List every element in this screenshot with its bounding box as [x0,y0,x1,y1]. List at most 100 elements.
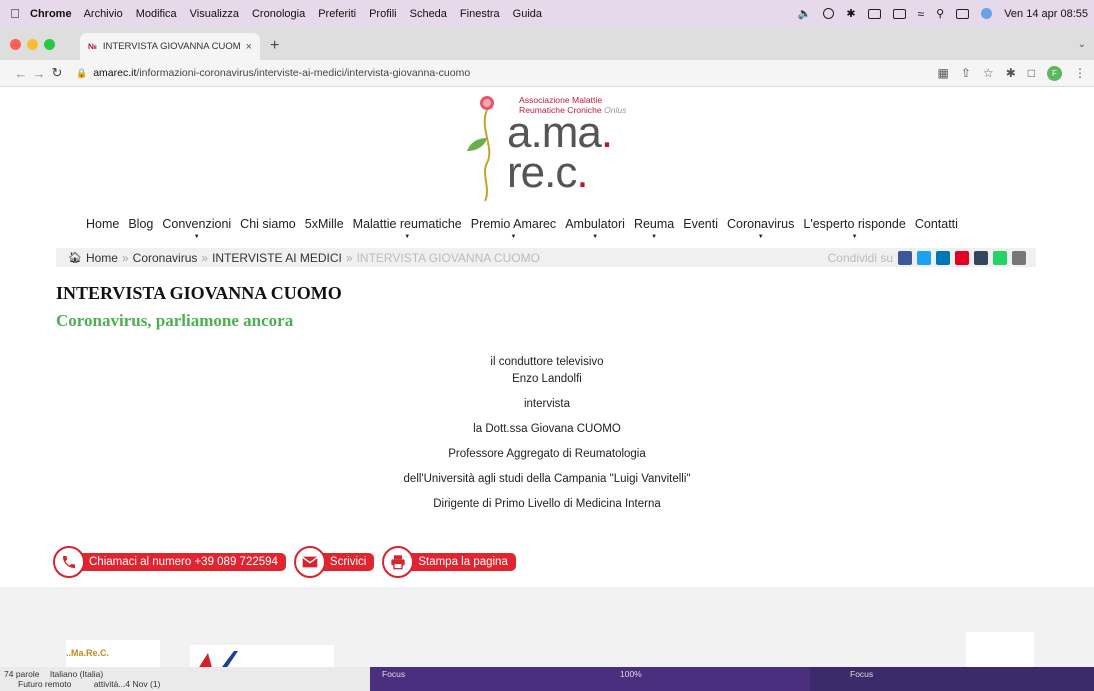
nav-item-malattie-reumatiche[interactable]: Malattie reumatiche ▼ [352,217,462,240]
main-navigation: Home Blog Convenzioni ▼ Chi siamo 5xMille… [86,217,967,240]
partner-logo-3[interactable] [966,632,1034,667]
dropdown-caret-icon: ▼ [651,234,658,240]
logo-wordmark-line2: re.c. [507,148,589,197]
new-tab-icon[interactable]: + [270,37,279,55]
menubar-item-preferiti[interactable]: Preferiti [318,8,356,20]
tumblr-share-icon[interactable] [974,250,988,265]
browser-tab-bar: № INTERVISTA GIOVANNA CUOM × + ⌄ [0,27,1094,60]
close-window-icon[interactable] [10,39,21,50]
partner-logo-2[interactable] [190,645,334,667]
breadcrumb-interviste[interactable]: INTERVISTE AI MEDICI [212,251,342,265]
toolbar-actions: ▦ ⇧ ☆ ✱ □ F ⋮ [938,65,1094,81]
whatsapp-share-icon[interactable] [993,250,1007,265]
partner-logo-amarec[interactable]: ..Ma.Re.C. [66,640,160,667]
spotlight-search-icon[interactable]: ⚲ [936,7,944,20]
nav-item-coronavirus[interactable]: Coronavirus ▼ [726,217,795,240]
menubar-item-archivio[interactable]: Archivio [84,8,123,20]
battery-icon[interactable] [892,8,906,19]
breadcrumb-separator: » [121,250,129,265]
facebook-share-icon[interactable] [898,250,912,265]
nav-item-eventi[interactable]: Eventi [683,217,718,231]
keyboard-icon[interactable] [867,8,881,19]
nav-item-home[interactable]: Home [86,217,119,231]
tab-search-chevron-icon[interactable]: ⌄ [1078,39,1086,50]
linkedin-share-icon[interactable] [936,250,950,265]
write-button[interactable]: Scrivici [293,546,375,578]
time-machine-icon[interactable] [823,8,835,19]
reload-icon[interactable]: ↻ [48,65,66,81]
web-page: Associazione Malattie Reumatiche Cronich… [0,87,1094,667]
lock-icon[interactable]: 🔒 [76,68,87,79]
breadcrumb-home[interactable]: Home [86,251,118,265]
share-bar: Condividi su [828,250,1036,265]
article-line: Dirigente di Primo Livello di Medicina I… [433,498,661,510]
menubar-item-scheda[interactable]: Scheda [410,8,447,20]
tab-title: INTERVISTA GIOVANNA CUOM [102,41,241,52]
word-status-bar: 74 parole Italiano (Italia) Futuro remot… [0,667,370,691]
menubar-item-finestra[interactable]: Finestra [460,8,500,20]
bookmark-star-icon[interactable]: ☆ [983,66,994,80]
nav-item-premio-amarec[interactable]: Premio Amarec ▼ [471,217,556,240]
browser-tab-active[interactable]: № INTERVISTA GIOVANNA CUOM × [80,33,260,60]
nav-label: Contatti [914,217,958,231]
nav-label: Coronavirus [726,217,795,231]
pinterest-share-icon[interactable] [955,250,969,265]
dropdown-caret-icon: ▼ [757,234,764,240]
maximize-window-icon[interactable] [44,39,55,50]
url-field[interactable]: 🔒 amarec.it /informazioni-coronavirus/in… [76,67,470,79]
menubar-item-cronologia[interactable]: Cronologia [252,8,305,20]
word-count: 74 parole [4,669,40,679]
bluetooth-icon[interactable]: ✱ [846,7,855,20]
amarec-logo[interactable]: Associazione Malattie Reumatiche Cronich… [465,93,645,203]
logo-wordmark-dot: . [576,148,588,197]
article-subtitle: Coronavirus, parliamone ancora [56,311,294,330]
nav-item-reuma[interactable]: Reuma ▼ [634,217,674,240]
menubar-item-visualizza[interactable]: Visualizza [190,8,239,20]
nav-item-chi-siamo[interactable]: Chi siamo [240,217,296,231]
menubar-item-modifica[interactable]: Modifica [136,8,177,20]
nav-label: L'esperto risponde [803,217,906,231]
close-tab-icon[interactable]: × [246,41,252,53]
email-share-icon[interactable] [1012,250,1026,265]
contact-actions: Chiamaci al numero +39 089 722594 Scrivi… [53,546,516,578]
menubar-item-profili[interactable]: Profili [369,8,397,20]
translate-icon[interactable]: ▦ [938,66,949,80]
menubar-clock[interactable]: Ven 14 apr 08:55 [1004,8,1088,20]
nav-item-blog[interactable]: Blog [128,217,153,231]
minimize-window-icon[interactable] [27,39,38,50]
nav-item-esperto-risponde[interactable]: L'esperto risponde ▼ [803,217,906,240]
nav-item-contatti[interactable]: Contatti [915,217,958,231]
logo-flower-icon [467,96,494,202]
call-button[interactable]: Chiamaci al numero +39 089 722594 [53,546,286,578]
siri-icon[interactable] [981,8,993,19]
url-path: /informazioni-coronavirus/interviste-ai-… [136,67,471,79]
write-button-label: Scrivici [319,553,375,571]
nav-item-convenzioni[interactable]: Convenzioni ▼ [162,217,231,240]
share-page-icon[interactable]: ⇧ [961,66,971,80]
extensions-puzzle-icon[interactable]: ✱ [1006,66,1016,80]
forward-arrow-icon[interactable]: → [30,66,48,81]
control-center-icon[interactable] [956,8,970,19]
wifi-icon[interactable]: ≈ [918,7,925,21]
partner-logo-2-icon [199,651,238,667]
menubar-app-name[interactable]: Chrome [30,8,72,20]
nav-item-ambulatori[interactable]: Ambulatori ▼ [565,217,625,240]
dropdown-caret-icon: ▼ [851,234,858,240]
home-icon[interactable]: 🏠︎ [68,251,82,264]
menubar-item-guida[interactable]: Guida [513,8,542,20]
nav-label: Malattie reumatiche [352,217,462,231]
twitter-share-icon[interactable] [917,250,931,265]
url-domain: amarec.it [93,67,137,79]
volume-icon[interactable]: 🔈 [798,7,812,20]
apple-menu-icon[interactable]:  [0,6,30,21]
nav-label: 5xMille [304,217,344,231]
back-arrow-icon[interactable]: ← [12,66,30,81]
side-panel-icon[interactable]: □ [1028,66,1035,80]
profile-avatar[interactable]: F [1047,65,1062,81]
breadcrumb-coronavirus[interactable]: Coronavirus [133,251,198,265]
print-button[interactable]: Stampa la pagina [382,546,516,578]
phone-icon [53,546,85,578]
nav-item-5xmille[interactable]: 5xMille [305,217,344,231]
browser-menu-icon[interactable]: ⋮ [1074,66,1086,80]
note-row-b: attività...4 Nov (1) [93,679,161,689]
